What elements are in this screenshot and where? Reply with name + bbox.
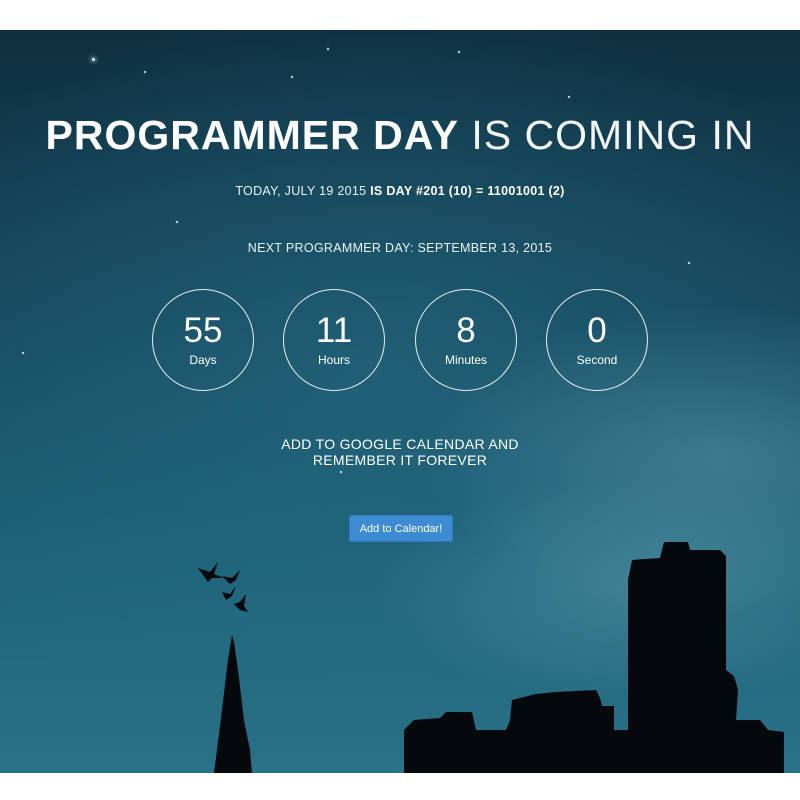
hero-section: PROGRAMMER DAY IS COMING IN TODAY, JULY …: [0, 30, 800, 773]
city-skyline-illustration: [198, 542, 784, 773]
bird-silhouette: [198, 562, 224, 582]
page: PROGRAMMER DAY IS COMING IN TODAY, JULY …: [0, 0, 800, 800]
bird-silhouette: [222, 570, 240, 584]
bird-silhouette: [222, 586, 236, 600]
buildings-silhouette: [404, 542, 784, 773]
spire-silhouette: [214, 635, 252, 773]
bird-silhouette: [234, 594, 248, 612]
